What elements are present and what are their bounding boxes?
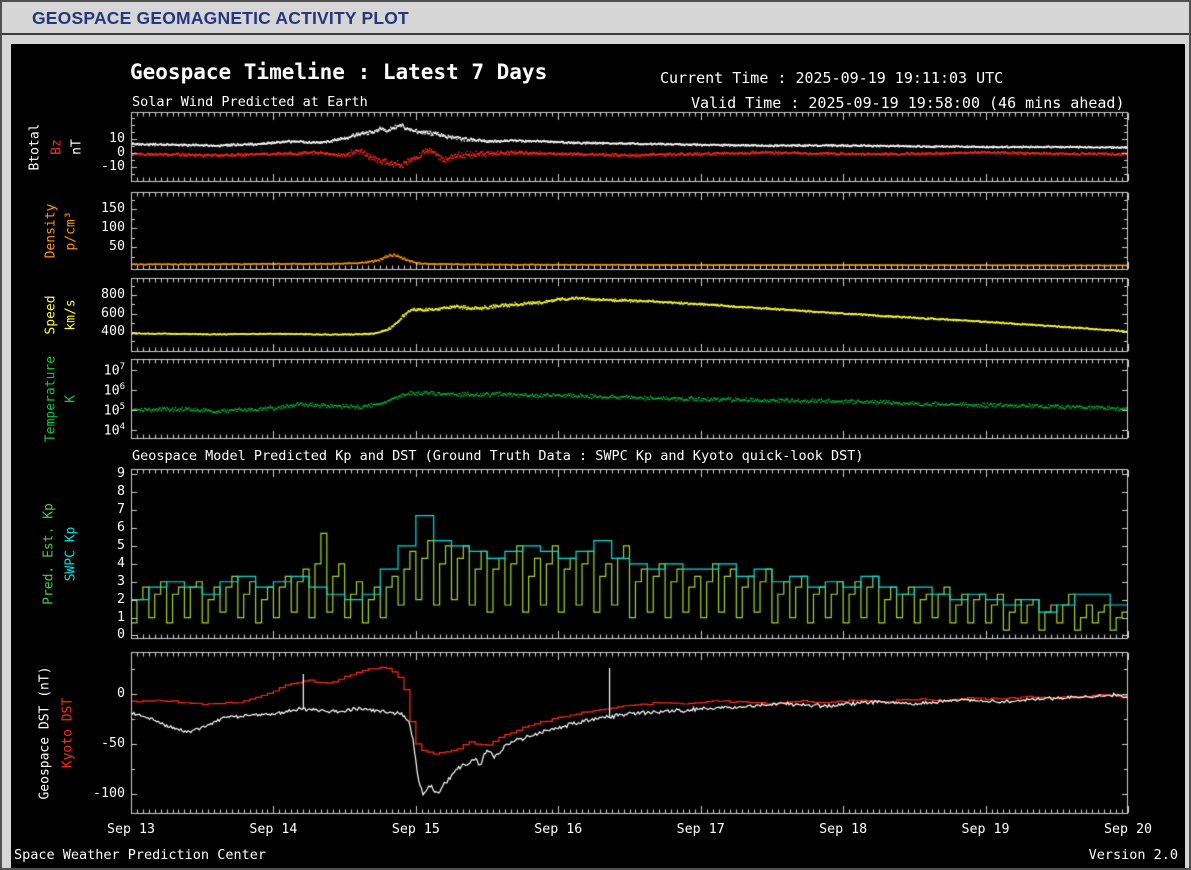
geospace-activity-page: GEOSPACE GEOMAGNETIC ACTIVITY PLOT 10 0 -1… — [0, 0, 1191, 870]
geospace-plot: 10 0 -10 Btotal Bz nT 150 100 50 Density p/cm³ 800 6… — [11, 44, 1185, 868]
footer-version: Version 2.0 — [1088, 847, 1178, 863]
solar-wind-subtitle: Solar Wind Predicted at Earth — [132, 94, 368, 110]
page-title: GEOSPACE GEOMAGNETIC ACTIVITY PLOT — [32, 8, 409, 28]
footer-credit: Space Weather Prediction Center — [14, 847, 266, 863]
header-divider — [2, 33, 1189, 35]
current-time-label: Current Time : 2025-09-19 19:11:03 UTC — [660, 69, 1004, 87]
plot-title: Geospace Timeline : Latest 7 Days — [130, 60, 548, 84]
valid-time-label: Valid Time : 2025-09-19 19:58:00 (46 min… — [691, 94, 1125, 112]
kp-dst-subtitle: Geospace Model Predicted Kp and DST (Gro… — [132, 448, 864, 464]
